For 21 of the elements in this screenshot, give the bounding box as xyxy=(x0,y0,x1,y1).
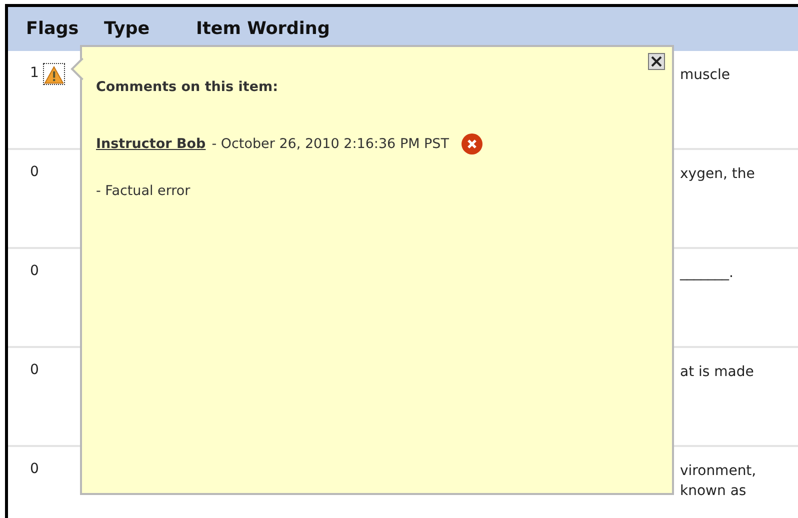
comment-date: - October 26, 2010 2:16:36 PM PST xyxy=(212,136,449,152)
item-wording: known as xyxy=(679,482,748,501)
flag-count: 0 xyxy=(30,461,39,477)
column-header: Flags xyxy=(25,19,80,39)
warning-icon[interactable] xyxy=(42,63,65,85)
flag-count: 1 xyxy=(30,65,39,81)
column-header: Type xyxy=(104,19,151,39)
comment-text: - Factual error xyxy=(96,183,192,199)
close-icon[interactable] xyxy=(648,53,665,70)
item-wording: muscle xyxy=(679,66,732,85)
item-wording: vironment, xyxy=(679,462,758,481)
author-link[interactable]: Instructor Bob xyxy=(96,136,206,152)
column-header: Item Wording xyxy=(196,19,331,39)
item-wording: at is made xyxy=(679,363,755,382)
flag-count: 0 xyxy=(30,362,39,378)
delete-icon[interactable] xyxy=(460,133,483,155)
flag-count: 0 xyxy=(30,164,39,180)
item-wording: xygen, the xyxy=(679,165,756,184)
item-wording: _______. xyxy=(678,264,734,283)
flag-count: 0 xyxy=(30,263,39,279)
popup-title: Comments on this item: xyxy=(96,79,279,95)
